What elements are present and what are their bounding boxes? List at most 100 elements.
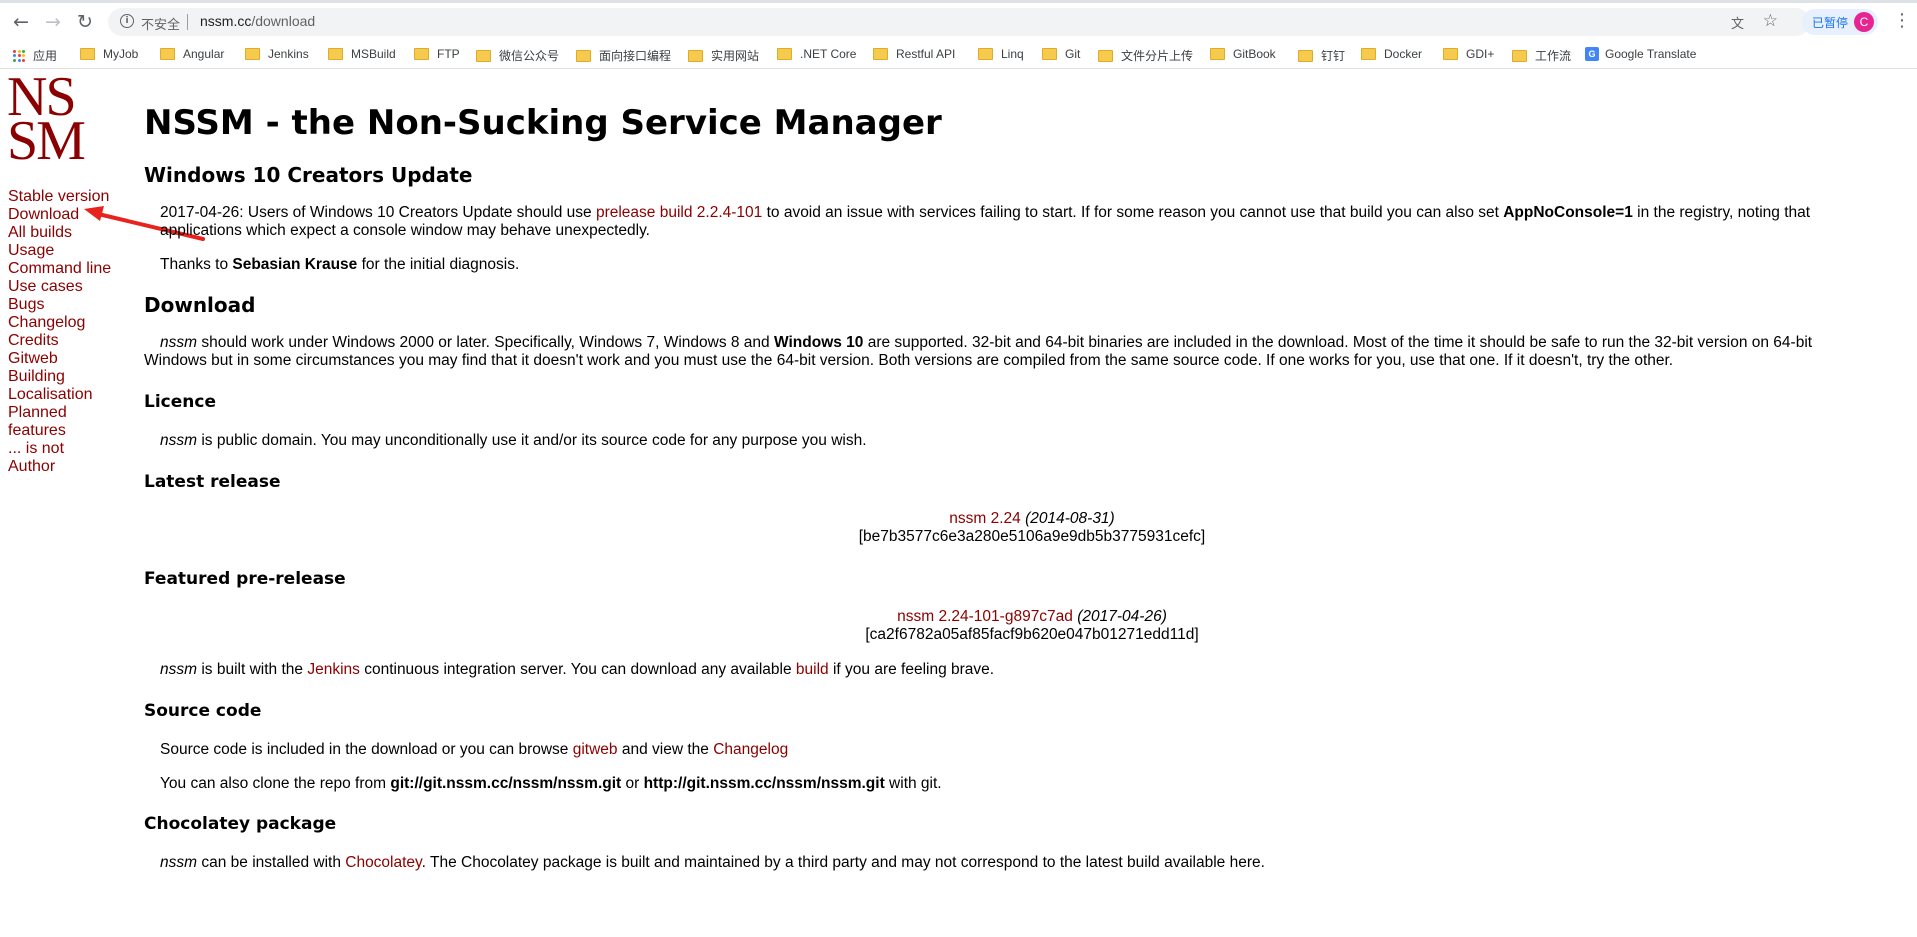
changelog-link[interactable]: Changelog <box>713 741 788 758</box>
bookmark-item[interactable]: .NET Core <box>777 47 856 61</box>
latest-release-link[interactable]: nssm 2.24 <box>949 510 1021 527</box>
latest-release-block: nssm 2.24 (2014-08-31) [be7b3577c6e3a280… <box>144 510 1917 546</box>
star-icon[interactable]: ☆ <box>1763 11 1778 31</box>
bookmark-item[interactable]: Restful API <box>873 47 955 61</box>
bookmark-label: 工作流 <box>1535 49 1572 63</box>
bookmark-label: GitBook <box>1233 47 1276 61</box>
bookmark-item[interactable]: 实用网站 <box>688 47 759 64</box>
folder-icon <box>1098 49 1113 62</box>
folder-icon <box>1512 49 1527 62</box>
folder-icon <box>414 48 429 60</box>
bookmark-item[interactable]: GitBook <box>1210 47 1276 61</box>
profile-label: 已暂停 <box>1812 16 1849 30</box>
sidebar-item-localisation[interactable]: Localisation <box>8 386 111 404</box>
heading-creators-update: Windows 10 Creators Update <box>144 163 473 187</box>
sidebar-item-author[interactable]: Author <box>8 458 111 476</box>
browser-toolbar: ← → ↻ i 不安全 nssm.cc/download 文 ☆ 已暂停 C ⋮ <box>0 0 1917 44</box>
folder-icon <box>777 48 792 60</box>
jenkins-link[interactable]: Jenkins <box>307 661 360 678</box>
thanks-paragraph: Thanks to Sebasian Krause for the initia… <box>160 256 520 273</box>
folder-icon <box>80 48 95 60</box>
profile-button[interactable]: 已暂停 C <box>1802 9 1878 35</box>
prerelease-link[interactable]: nssm 2.24-101-g897c7ad <box>897 608 1073 625</box>
source-paragraph: Source code is included in the download … <box>160 741 789 758</box>
sidebar-item-use-cases[interactable]: Use cases <box>8 278 111 296</box>
address-bar[interactable]: i 不安全 nssm.cc/download 文 ☆ <box>108 8 1810 36</box>
bookmark-label: Docker <box>1384 47 1423 61</box>
bookmark-item[interactable]: Linq <box>978 47 1024 61</box>
sidebar-item-planned[interactable]: Planned <box>8 404 111 422</box>
google-translate-icon: G <box>1585 47 1599 61</box>
bookmark-item[interactable]: FTP <box>414 47 460 61</box>
bookmark-item[interactable]: Docker <box>1361 47 1422 61</box>
sidebar-item-changelog[interactable]: Changelog <box>8 314 111 332</box>
forward-icon[interactable]: → <box>41 10 65 34</box>
sidebar-item-building[interactable]: Building <box>8 368 111 386</box>
bookmark-item[interactable]: 工作流 <box>1512 47 1571 64</box>
creators-paragraph: 2017-04-26: Users of Windows 10 Creators… <box>160 204 1811 239</box>
bookmarks-bar: 应用 MyJob Angular Jenkins MSBuild FTP 微信公… <box>0 44 1917 69</box>
bookmark-item[interactable]: Jenkins <box>245 47 309 61</box>
bookmark-label: Google Translate <box>1605 47 1697 61</box>
folder-icon <box>245 48 260 60</box>
bookmark-item[interactable]: Angular <box>160 47 224 61</box>
licence-paragraph: nssm is public domain. You may unconditi… <box>160 432 867 449</box>
sidebar-item-credits[interactable]: Credits <box>8 332 111 350</box>
bookmark-label: Angular <box>183 47 225 61</box>
prerelease-block: nssm 2.24-101-g897c7ad (2017-04-26) [ca2… <box>144 608 1917 644</box>
sidebar-item-features[interactable]: features <box>8 422 111 440</box>
clone-paragraph: You can also clone the repo from git://g… <box>160 775 942 792</box>
jenkins-paragraph: nssm is built with the Jenkins continuou… <box>160 661 995 678</box>
bookmark-label: 面向接口编程 <box>599 49 672 63</box>
heading-latest-release: Latest release <box>144 472 281 492</box>
folder-icon <box>978 48 993 60</box>
folder-icon <box>476 49 491 62</box>
url-host: nssm.cc <box>200 13 252 29</box>
prerelease-build-link[interactable]: prelease build 2.2.4-101 <box>596 204 762 221</box>
security-label[interactable]: 不安全 <box>141 14 180 33</box>
sidebar-item-is-not[interactable]: ... is not <box>8 440 111 458</box>
chocolatey-paragraph: nssm can be installed with Chocolatey. T… <box>160 854 1265 871</box>
bookmark-google-translate[interactable]: G Google Translate <box>1585 47 1696 61</box>
bookmark-item[interactable]: MSBuild <box>328 47 396 61</box>
folder-icon <box>1298 49 1313 62</box>
url-text[interactable]: nssm.cc/download <box>200 13 315 29</box>
bookmark-item[interactable]: 文件分片上传 <box>1098 47 1193 64</box>
bookmark-label: MyJob <box>103 47 139 61</box>
bookmark-label: GDI+ <box>1466 47 1495 61</box>
chocolatey-link[interactable]: Chocolatey <box>345 854 421 871</box>
page-title: NSSM - the Non-Sucking Service Manager <box>144 103 942 143</box>
bookmark-item[interactable]: 微信公众号 <box>476 47 559 64</box>
folder-icon <box>688 49 703 62</box>
bookmark-label: 钉钉 <box>1321 49 1346 63</box>
reload-icon[interactable]: ↻ <box>73 10 97 34</box>
download-paragraph: nssm should work under Windows 2000 or l… <box>144 334 1813 369</box>
menu-icon[interactable]: ⋮ <box>1893 10 1911 31</box>
sidebar-item-gitweb[interactable]: Gitweb <box>8 350 111 368</box>
build-link[interactable]: build <box>796 661 829 678</box>
folder-icon <box>1042 48 1057 60</box>
bookmark-label: Linq <box>1001 47 1024 61</box>
bookmark-apps-label: 应用 <box>33 49 58 63</box>
back-icon[interactable]: ← <box>9 10 33 34</box>
address-divider <box>187 14 188 30</box>
bookmark-label: 微信公众号 <box>499 49 560 63</box>
bookmark-label: 实用网站 <box>711 49 760 63</box>
translate-icon[interactable]: 文 <box>1731 13 1744 32</box>
heading-featured-prerelease: Featured pre-release <box>144 569 346 589</box>
heading-download: Download <box>144 293 256 317</box>
bookmark-item[interactable]: 钉钉 <box>1298 47 1345 64</box>
folder-icon <box>160 48 175 60</box>
bookmark-item[interactable]: MyJob <box>80 47 138 61</box>
bookmark-item[interactable]: GDI+ <box>1443 47 1494 61</box>
heading-licence: Licence <box>144 392 216 412</box>
latest-release-hash: [be7b3577c6e3a280e5106a9e9db5b3775931cef… <box>858 528 1206 545</box>
bookmark-item[interactable]: Git <box>1042 47 1080 61</box>
folder-icon <box>576 49 591 62</box>
url-path: /download <box>251 13 316 29</box>
bookmark-apps[interactable]: 应用 <box>13 47 57 64</box>
gitweb-link[interactable]: gitweb <box>573 741 618 758</box>
sidebar-item-bugs[interactable]: Bugs <box>8 296 111 314</box>
bookmark-item[interactable]: 面向接口编程 <box>576 47 671 64</box>
info-icon[interactable]: i <box>120 14 134 28</box>
